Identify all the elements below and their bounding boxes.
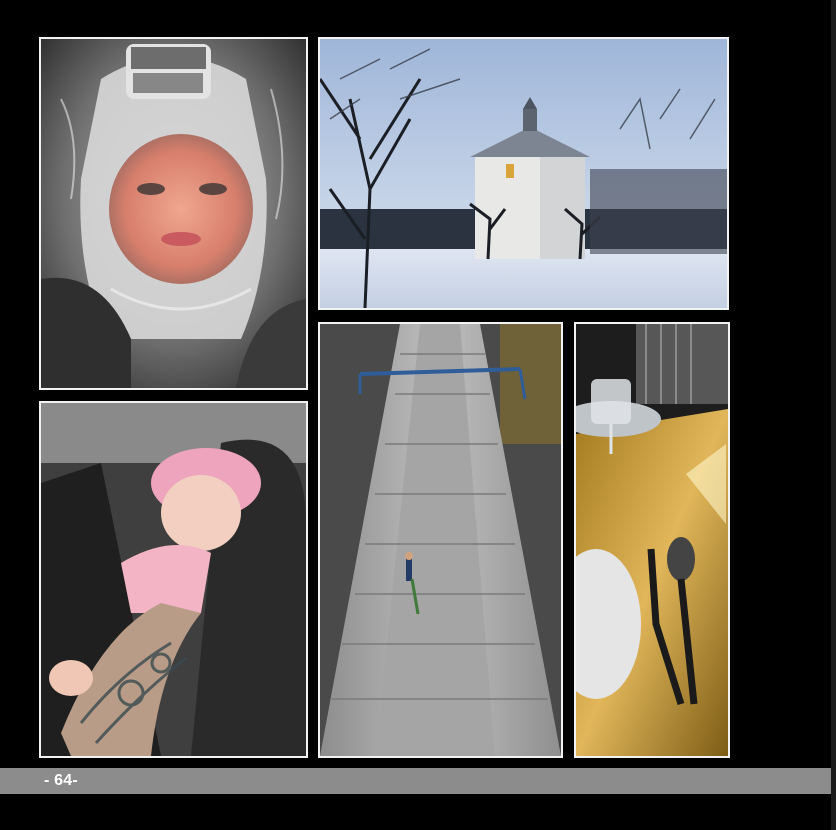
photo-baby[interactable] xyxy=(39,401,308,758)
ice-face-image xyxy=(41,39,306,388)
photo-chapel[interactable] xyxy=(318,37,729,310)
photo-ice-face[interactable] xyxy=(39,37,308,390)
roof-image xyxy=(320,324,561,756)
photo-book-page: - 64- xyxy=(0,0,836,830)
chapel-image xyxy=(320,39,727,308)
page-number: - 64- xyxy=(44,772,78,789)
table-image xyxy=(576,324,728,756)
page-edge xyxy=(831,0,836,830)
baby-image xyxy=(41,403,306,756)
photo-table[interactable] xyxy=(574,322,730,758)
photo-roof[interactable] xyxy=(318,322,563,758)
page-footer-bar: - 64- xyxy=(0,768,831,794)
